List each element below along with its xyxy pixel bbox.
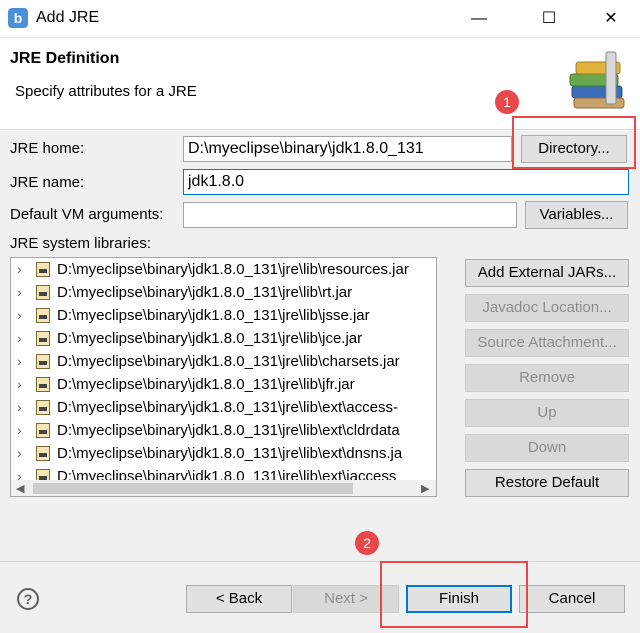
horizontal-scroll-thumb[interactable] xyxy=(33,483,353,494)
jar-file-icon xyxy=(36,400,50,415)
list-item[interactable]: › D:\myeclipse\binary\jdk1.8.0_131\jre\l… xyxy=(11,281,431,304)
library-path: D:\myeclipse\binary\jdk1.8.0_131\jre\lib… xyxy=(57,399,398,416)
close-button[interactable]: ✕ xyxy=(588,0,634,38)
add-external-jars-button[interactable]: Add External JARs... xyxy=(465,259,629,287)
source-attachment-button[interactable]: Source Attachment... xyxy=(465,329,629,357)
remove-button[interactable]: Remove xyxy=(465,364,629,392)
maximize-button[interactable]: ☐ xyxy=(526,0,572,38)
javadoc-location-button[interactable]: Javadoc Location... xyxy=(465,294,629,322)
minimize-button[interactable]: — xyxy=(456,0,502,38)
dialog-footer: ? < Back Next > Finish Cancel xyxy=(0,561,640,633)
annotation-box-directory xyxy=(512,116,636,169)
libraries-tree[interactable]: › D:\myeclipse\binary\jdk1.8.0_131\jre\l… xyxy=(10,257,437,497)
jre-name-label: JRE name: xyxy=(10,174,85,191)
vm-args-label: Default VM arguments: xyxy=(10,206,164,223)
jar-file-icon xyxy=(36,423,50,438)
cancel-button[interactable]: Cancel xyxy=(519,585,625,613)
list-item[interactable]: › D:\myeclipse\binary\jdk1.8.0_131\jre\l… xyxy=(11,373,431,396)
libraries-label: JRE system libraries: xyxy=(10,235,151,252)
annotation-box-finish xyxy=(380,561,528,628)
scroll-left-icon[interactable]: ◀ xyxy=(16,482,24,495)
window-title: Add JRE xyxy=(36,9,100,26)
books-wizard-icon xyxy=(569,51,625,109)
jar-file-icon xyxy=(36,262,50,277)
chevron-right-icon[interactable]: › xyxy=(17,419,29,442)
dialog-body: JRE home: D:\myeclipse\binary\jdk1.8.0_1… xyxy=(0,131,640,561)
list-item[interactable]: › D:\myeclipse\binary\jdk1.8.0_131\jre\l… xyxy=(11,442,431,465)
library-path: D:\myeclipse\binary\jdk1.8.0_131\jre\lib… xyxy=(57,376,355,393)
list-item[interactable]: › D:\myeclipse\binary\jdk1.8.0_131\jre\l… xyxy=(11,258,431,281)
list-item[interactable]: › D:\myeclipse\binary\jdk1.8.0_131\jre\l… xyxy=(11,327,431,350)
chevron-right-icon[interactable]: › xyxy=(17,281,29,304)
library-path: D:\myeclipse\binary\jdk1.8.0_131\jre\lib… xyxy=(57,284,353,301)
down-button[interactable]: Down xyxy=(465,434,629,462)
library-path: D:\myeclipse\binary\jdk1.8.0_131\jre\lib… xyxy=(57,353,400,370)
chevron-right-icon[interactable]: › xyxy=(17,373,29,396)
jar-file-icon xyxy=(36,446,50,461)
list-item[interactable]: › D:\myeclipse\binary\jdk1.8.0_131\jre\l… xyxy=(11,396,431,419)
chevron-right-icon[interactable]: › xyxy=(17,396,29,419)
jre-home-label: JRE home: xyxy=(10,140,85,157)
jar-file-icon xyxy=(36,308,50,323)
variables-button[interactable]: Variables... xyxy=(525,201,628,229)
page-subtitle: Specify attributes for a JRE xyxy=(15,83,197,100)
page-title: JRE Definition xyxy=(10,50,120,67)
library-path: D:\myeclipse\binary\jdk1.8.0_131\jre\lib… xyxy=(57,307,370,324)
annotation-badge-2: 2 xyxy=(355,531,379,555)
up-button[interactable]: Up xyxy=(465,399,629,427)
library-path: D:\myeclipse\binary\jdk1.8.0_131\jre\lib… xyxy=(57,422,400,439)
back-button[interactable]: < Back xyxy=(186,585,292,613)
jar-file-icon xyxy=(36,377,50,392)
list-item[interactable]: › D:\myeclipse\binary\jdk1.8.0_131\jre\l… xyxy=(11,350,431,373)
eclipse-app-icon: b xyxy=(8,8,28,28)
horizontal-scrollbar[interactable]: ◀ ▶ xyxy=(11,480,436,496)
chevron-right-icon[interactable]: › xyxy=(17,327,29,350)
chevron-right-icon[interactable]: › xyxy=(17,304,29,327)
chevron-right-icon[interactable]: › xyxy=(17,258,29,281)
restore-default-button[interactable]: Restore Default xyxy=(465,469,629,497)
jre-home-field[interactable]: D:\myeclipse\binary\jdk1.8.0_131 xyxy=(183,136,512,162)
jre-name-field[interactable]: jdk1.8.0 xyxy=(183,169,629,195)
list-item[interactable]: › D:\myeclipse\binary\jdk1.8.0_131\jre\l… xyxy=(11,304,431,327)
library-path: D:\myeclipse\binary\jdk1.8.0_131\jre\lib… xyxy=(57,445,403,462)
list-item[interactable]: › D:\myeclipse\binary\jdk1.8.0_131\jre\l… xyxy=(11,419,431,442)
library-path: D:\myeclipse\binary\jdk1.8.0_131\jre\lib… xyxy=(57,330,363,347)
chevron-right-icon[interactable]: › xyxy=(17,350,29,373)
vm-args-field[interactable] xyxy=(183,202,517,228)
annotation-badge-1: 1 xyxy=(495,90,519,114)
scroll-right-icon[interactable]: ▶ xyxy=(421,482,429,495)
jar-file-icon xyxy=(36,354,50,369)
chevron-right-icon[interactable]: › xyxy=(17,442,29,465)
jar-file-icon xyxy=(36,331,50,346)
help-icon[interactable]: ? xyxy=(17,588,39,610)
title-bar: b Add JRE — ☐ ✕ xyxy=(0,0,640,38)
library-path: D:\myeclipse\binary\jdk1.8.0_131\jre\lib… xyxy=(57,261,409,278)
jar-file-icon xyxy=(36,285,50,300)
